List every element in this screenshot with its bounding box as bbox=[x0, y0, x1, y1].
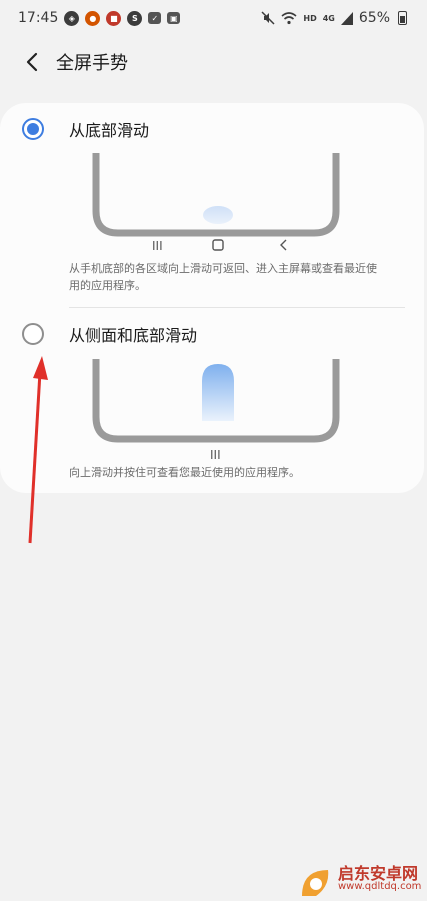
home-key-icon bbox=[212, 239, 224, 251]
option-label: 从侧面和底部滑动 bbox=[69, 326, 198, 345]
divider bbox=[69, 307, 405, 308]
option-description: 从手机底部的各区域向上滑动可返回、进入主屏幕或查看最近使用的应用程序。 bbox=[69, 262, 377, 292]
signal-type: 4G bbox=[322, 13, 335, 23]
hd-indicator: HD bbox=[303, 13, 317, 23]
app-notification-icon: S bbox=[127, 10, 143, 26]
battery-percent: 65% bbox=[358, 10, 390, 26]
watermark-logo bbox=[302, 870, 329, 896]
option-description: 向上滑动并按住可查看您最近使用的应用程序。 bbox=[69, 466, 300, 479]
page-title: 全屏手势 bbox=[56, 53, 128, 74]
status-time: 17:45 bbox=[18, 10, 59, 26]
status-left: 17:45 ◈ ● ■ S ✓ ▣ bbox=[18, 10, 181, 26]
image-notification-icon: ▣ bbox=[167, 12, 181, 24]
option-label: 从底部滑动 bbox=[69, 121, 150, 140]
wifi-icon bbox=[281, 12, 297, 25]
gesture-options-card: 从底部滑动 III 从手机底部的各区域向上滑动可返回、进入主屏幕或查看最近使用的… bbox=[0, 103, 424, 493]
recents-key-icon: III bbox=[152, 239, 163, 253]
status-right: HD 4G 65% bbox=[261, 10, 407, 26]
app-notification-icon: ● bbox=[85, 10, 101, 26]
radio-button-unselected[interactable] bbox=[22, 323, 44, 345]
bottom-swipe-illustration: III bbox=[92, 153, 340, 253]
watermark-url: www.qdltdq.com bbox=[338, 881, 422, 892]
side-swipe-illustration: III bbox=[92, 359, 340, 462]
app-header: 全屏手势 bbox=[0, 40, 427, 84]
option-swipe-from-bottom[interactable]: 从底部滑动 bbox=[0, 107, 424, 151]
signal-icon bbox=[340, 11, 353, 25]
radio-button-selected[interactable] bbox=[22, 118, 44, 140]
recents-key-icon: III bbox=[210, 448, 221, 462]
chevron-left-icon bbox=[26, 52, 38, 72]
app-notification-icon: ◈ bbox=[64, 10, 80, 26]
status-bar: 17:45 ◈ ● ■ S ✓ ▣ HD 4G 65% bbox=[0, 0, 427, 36]
battery-icon bbox=[398, 11, 407, 25]
back-key-icon bbox=[280, 239, 287, 251]
app-notification-icon: ■ bbox=[106, 10, 122, 26]
app-notification-icon: ✓ bbox=[148, 12, 162, 24]
back-button[interactable] bbox=[12, 42, 52, 82]
mute-icon bbox=[261, 11, 275, 25]
option-swipe-from-sides-and-bottom[interactable]: 从侧面和底部滑动 bbox=[0, 312, 424, 356]
